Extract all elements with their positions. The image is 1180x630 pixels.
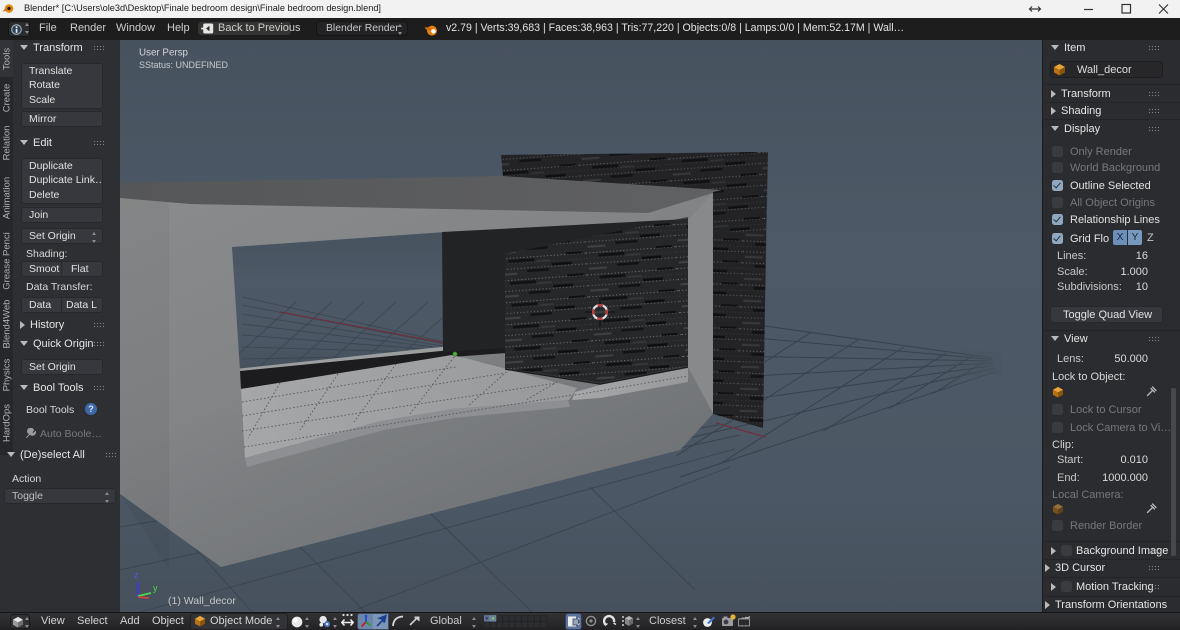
svg-text:z: z: [134, 570, 139, 580]
svg-text:y: y: [153, 583, 158, 593]
svg-text:User Persp: User Persp: [139, 48, 189, 59]
svg-text:SStatus: UNDEFINED: SStatus: UNDEFINED: [139, 60, 229, 70]
svg-text:(1) Wall_decor: (1) Wall_decor: [168, 595, 236, 607]
